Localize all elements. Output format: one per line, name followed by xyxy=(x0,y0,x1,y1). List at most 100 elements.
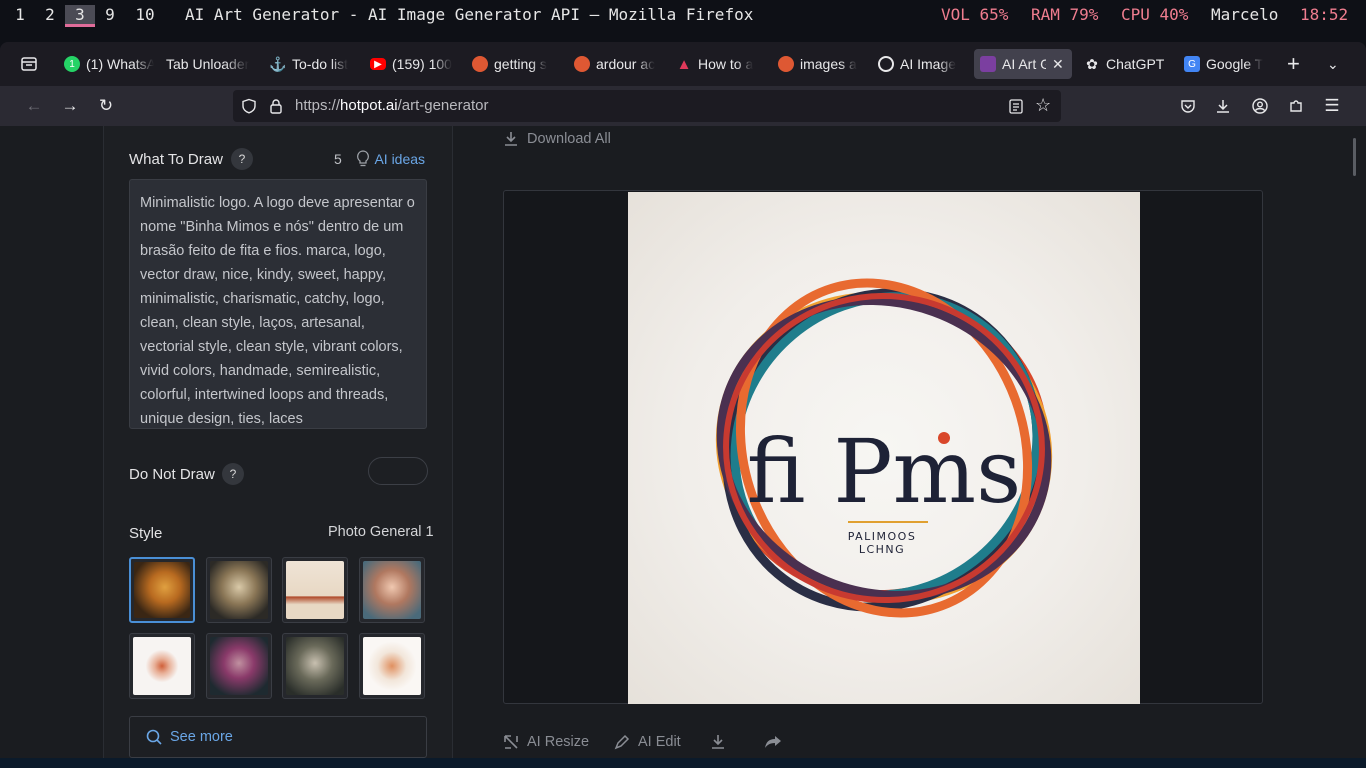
reload-button[interactable]: ↻ xyxy=(96,96,116,116)
do-not-draw-label: Do Not Draw xyxy=(129,466,215,483)
ai-resize-button[interactable]: AI Resize xyxy=(503,734,589,750)
tab-ai-image[interactable]: AI Image xyxy=(878,49,964,79)
duckduckgo-icon xyxy=(472,56,488,72)
style-option-violinist[interactable] xyxy=(282,557,348,623)
style-option-dog-logo[interactable] xyxy=(359,633,425,699)
workspace-3[interactable]: 3 xyxy=(65,5,95,27)
tab-ardour[interactable]: ardour ac xyxy=(574,49,660,79)
style-label: Style xyxy=(129,525,163,542)
google-translate-icon: G xyxy=(1184,56,1200,72)
logo-main-text: fi Pms xyxy=(747,420,1021,523)
workspace-2[interactable]: 2 xyxy=(35,5,65,24)
arrow-right-icon: → xyxy=(61,96,79,115)
share-icon xyxy=(765,736,781,748)
volume-status: VOL 65% xyxy=(941,5,1009,24)
tab-todo[interactable]: ⚓ To-do list xyxy=(270,49,356,79)
ram-status: RAM 79% xyxy=(1031,5,1099,24)
style-option-figure[interactable] xyxy=(129,633,195,699)
download-all-button[interactable]: Download All xyxy=(503,131,611,147)
list-all-tabs-button[interactable]: ⌄ xyxy=(1327,49,1347,79)
lightbulb-icon xyxy=(357,150,369,167)
navigation-bar: ← → ↻ https://hotpot.ai/art-generator ☆ … xyxy=(0,86,1366,126)
window-manager-bar: 1 2 3 9 10 AI Art Generator - AI Image G… xyxy=(0,0,1366,32)
hamburger-menu-icon: ☰ xyxy=(1324,96,1340,115)
generated-logo-image: fi Pms PALIMOOS LCHNG xyxy=(715,278,1053,618)
tab-bar: 1 (1) WhatsApp Tab Unloader ⚓ To-do list… xyxy=(0,42,1366,86)
tab-images[interactable]: images a xyxy=(778,49,864,79)
tab-youtube[interactable]: ▶ (159) 100 xyxy=(370,49,456,79)
see-more-button[interactable]: See more xyxy=(129,716,427,758)
forward-button[interactable]: → xyxy=(60,96,80,116)
ai-image-icon xyxy=(878,56,894,72)
firefox-view-button[interactable] xyxy=(20,49,42,79)
arch-icon: ▲ xyxy=(676,55,692,73)
back-button[interactable]: ← xyxy=(24,96,44,116)
url-text[interactable]: https://hotpot.ai/art-generator xyxy=(295,97,488,114)
workspace-9[interactable]: 9 xyxy=(95,5,125,24)
generated-image[interactable]: fi Pms PALIMOOS LCHNG xyxy=(628,192,1140,704)
style-option-bull-robot[interactable] xyxy=(206,557,272,623)
hotpot-icon xyxy=(980,56,996,72)
pocket-icon xyxy=(1181,100,1195,113)
search-icon xyxy=(146,729,162,745)
style-value: Photo General 1 xyxy=(328,524,434,540)
tab-whatsapp[interactable]: 1 (1) WhatsApp xyxy=(64,49,154,79)
settings-panel: What To Draw ? 5 AI ideas Minimalistic l… xyxy=(103,126,453,758)
close-tab-icon[interactable]: ✕ xyxy=(1052,56,1064,73)
reader-view-icon[interactable] xyxy=(1009,99,1023,114)
firefox-window: 1 (1) WhatsApp Tab Unloader ⚓ To-do list… xyxy=(0,42,1366,758)
logo-subtext-2: LCHNG xyxy=(859,543,905,556)
firefox-view-icon xyxy=(21,57,37,71)
share-button[interactable] xyxy=(764,734,782,750)
new-tab-button[interactable]: + xyxy=(1287,49,1307,79)
download-icon xyxy=(1217,100,1229,113)
do-not-draw-help-icon[interactable]: ? xyxy=(222,463,244,485)
style-option-cyborg[interactable] xyxy=(206,633,272,699)
download-icon xyxy=(712,735,724,749)
ai-edit-button[interactable]: AI Edit xyxy=(614,734,681,750)
tab-ai-art-generator[interactable]: AI Art G ✕ xyxy=(974,49,1072,79)
reload-icon: ↻ xyxy=(98,96,114,115)
lock-icon[interactable] xyxy=(269,98,283,114)
menu-button[interactable]: ☰ xyxy=(1322,96,1342,116)
user-name: Marcelo xyxy=(1211,5,1279,24)
tab-google-translate[interactable]: G Google T xyxy=(1184,49,1270,79)
downloads-button[interactable] xyxy=(1213,96,1233,116)
tab-getting[interactable]: getting s xyxy=(472,49,558,79)
what-to-draw-help-icon[interactable]: ? xyxy=(231,148,253,170)
download-icon xyxy=(505,132,517,146)
style-option-tiger[interactable] xyxy=(129,557,195,623)
anchor-icon: ⚓ xyxy=(270,55,287,72)
do-not-draw-toggle[interactable] xyxy=(368,457,428,485)
youtube-icon: ▶ xyxy=(370,58,386,70)
extensions-button[interactable] xyxy=(1286,96,1306,116)
tab-how-to[interactable]: ▲ How to a xyxy=(676,49,762,79)
account-button[interactable] xyxy=(1250,96,1270,116)
style-option-old-man[interactable] xyxy=(282,633,348,699)
scrollbar[interactable] xyxy=(1353,138,1356,176)
style-option-girl-portrait[interactable] xyxy=(359,557,425,623)
cpu-status: CPU 40% xyxy=(1121,5,1189,24)
account-icon xyxy=(1252,98,1268,114)
ideas-count: 5 xyxy=(334,151,342,167)
logo-subtext-1: PALIMOOS xyxy=(848,530,917,543)
edit-pencil-icon xyxy=(614,734,630,750)
what-to-draw-label: What To Draw xyxy=(129,151,223,168)
clock: 18:52 xyxy=(1300,5,1349,24)
tab-chatgpt[interactable]: ✿ ChatGPT xyxy=(1084,49,1170,79)
prompt-textarea[interactable]: Minimalistic logo. A logo deve apresenta… xyxy=(129,179,427,429)
workspace-1[interactable]: 1 xyxy=(5,5,35,24)
ai-ideas-button[interactable]: AI ideas xyxy=(356,150,425,168)
whatsapp-icon: 1 xyxy=(64,56,80,72)
tracking-protection-shield-icon[interactable] xyxy=(241,98,257,114)
tab-tab-unloader[interactable]: Tab Unloader xyxy=(166,49,252,79)
download-image-button[interactable] xyxy=(710,734,726,750)
results-panel: Download All fi Pms PALIMOOS LCHNG AI Re… xyxy=(454,126,1366,758)
pocket-button[interactable] xyxy=(1178,96,1198,116)
url-bar[interactable]: https://hotpot.ai/art-generator ☆ xyxy=(233,90,1061,122)
bookmark-star-icon[interactable]: ☆ xyxy=(1035,95,1051,116)
duckduckgo-icon xyxy=(574,56,590,72)
window-title: AI Art Generator - AI Image Generator AP… xyxy=(185,5,754,24)
workspace-10[interactable]: 10 xyxy=(130,5,160,24)
puzzle-icon xyxy=(1290,100,1302,112)
